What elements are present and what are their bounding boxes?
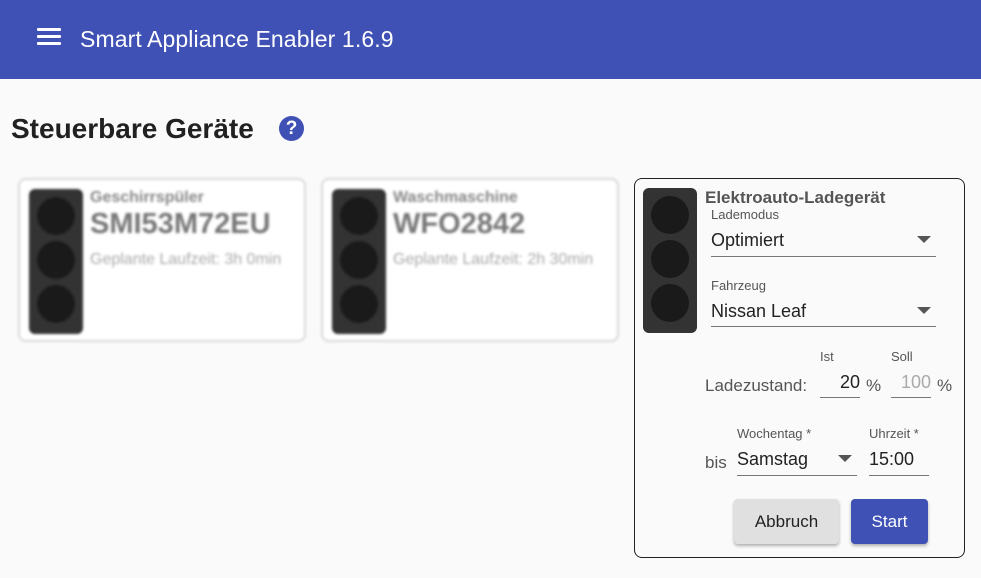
soc-target-underline: [891, 397, 931, 398]
appliance-type: Geschirrspüler: [90, 189, 204, 206]
chevron-down-icon[interactable]: [917, 236, 931, 243]
hamburger-menu-icon[interactable]: [32, 22, 66, 52]
traffic-lamp-yellow: [651, 240, 689, 278]
weekday-select[interactable]: Samstag: [737, 449, 808, 470]
cancel-button[interactable]: Abbruch: [734, 499, 839, 544]
start-button[interactable]: Start: [851, 499, 928, 544]
traffic-light-icon: [332, 189, 386, 334]
ev-card-title: Elektroauto-Ladegerät: [705, 188, 886, 207]
traffic-light-icon: [643, 188, 697, 333]
appliance-name: WFO2842: [393, 208, 526, 240]
traffic-lamp-green: [37, 285, 75, 323]
vehicle-select[interactable]: Nissan Leaf: [711, 301, 806, 322]
soc-actual-input[interactable]: 20: [820, 372, 860, 393]
planned-runtime: Geplante Laufzeit: 3h 0min: [90, 251, 282, 268]
traffic-lamp-red: [340, 197, 378, 235]
appliance-card-washer[interactable]: Waschmaschine WFO2842 Geplante Laufzeit:…: [321, 178, 619, 342]
soc-label: Ladezustand:: [705, 376, 808, 395]
page-title: Steuerbare Geräte: [11, 113, 254, 144]
appliance-type: Waschmaschine: [393, 189, 518, 206]
traffic-lamp-red: [651, 196, 689, 234]
soc-target-input[interactable]: 100: [891, 372, 931, 393]
charge-mode-label: Lademodus: [711, 207, 779, 222]
time-underline: [869, 475, 929, 476]
time-label: Uhrzeit *: [869, 426, 919, 441]
traffic-lamp-green: [340, 285, 378, 323]
weekday-label: Wochentag *: [737, 426, 812, 441]
time-input[interactable]: 15:00: [869, 449, 914, 470]
traffic-lamp-yellow: [340, 241, 378, 279]
chevron-down-icon[interactable]: [838, 455, 852, 462]
soc-actual-unit: %: [866, 376, 882, 395]
until-label: bis: [705, 453, 727, 472]
planned-runtime: Geplante Laufzeit: 2h 30min: [393, 251, 594, 268]
soc-target-label: Soll: [891, 349, 913, 364]
vehicle-underline: [711, 326, 936, 327]
charge-mode-select[interactable]: Optimiert: [711, 230, 784, 251]
traffic-lamp-red: [37, 197, 75, 235]
weekday-underline: [737, 475, 857, 476]
vehicle-label: Fahrzeug: [711, 278, 766, 293]
app-toolbar: Smart Appliance Enabler 1.6.9: [0, 0, 981, 79]
chevron-down-icon[interactable]: [917, 307, 931, 314]
appliance-name: SMI53M72EU: [90, 208, 271, 240]
help-icon[interactable]: ?: [279, 116, 304, 141]
soc-target-unit: %: [937, 376, 953, 395]
charge-mode-underline: [711, 256, 936, 257]
appliance-card-dishwasher[interactable]: Geschirrspüler SMI53M72EU Geplante Laufz…: [18, 178, 306, 342]
app-title: Smart Appliance Enabler 1.6.9: [80, 26, 394, 52]
traffic-light-icon: [29, 189, 83, 334]
traffic-lamp-green: [651, 284, 689, 322]
soc-actual-label: Ist: [820, 349, 834, 364]
traffic-lamp-yellow: [37, 241, 75, 279]
soc-actual-underline: [820, 397, 860, 398]
